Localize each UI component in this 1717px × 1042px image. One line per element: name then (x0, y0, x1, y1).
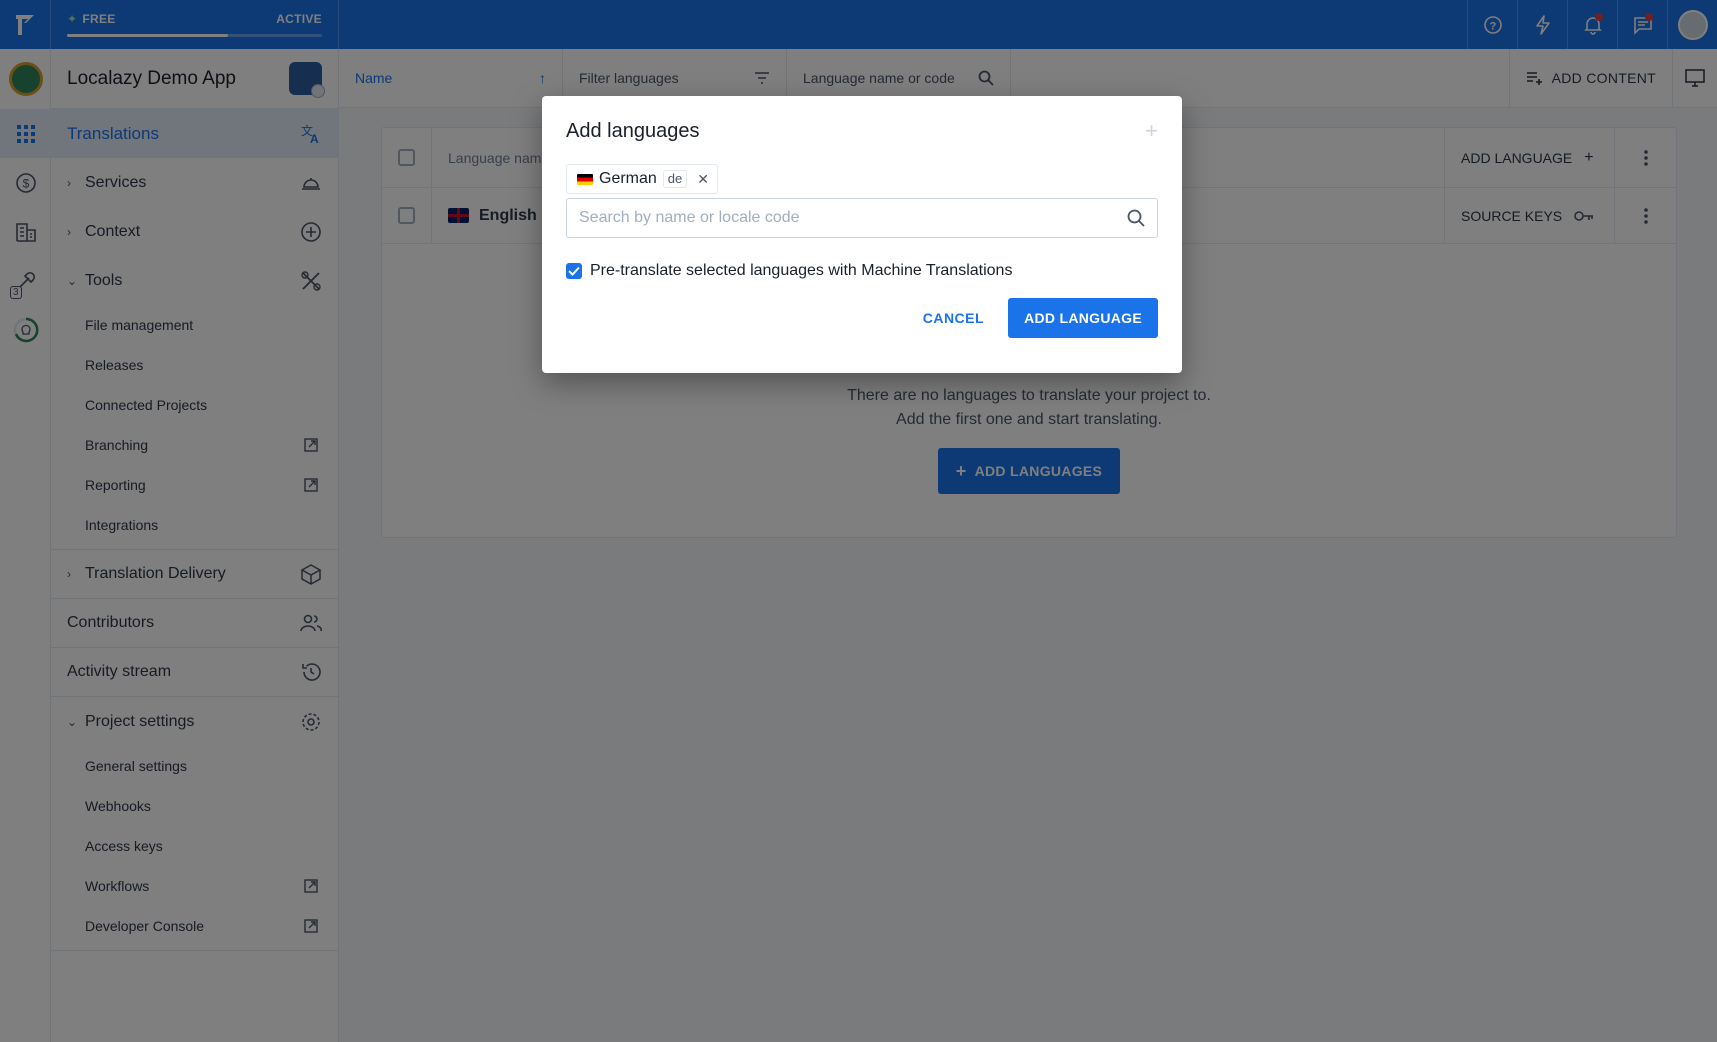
check-icon (568, 266, 580, 276)
german-flag-icon (577, 173, 593, 185)
language-search-input[interactable] (579, 209, 1127, 227)
pretranslate-checkbox[interactable] (566, 263, 582, 279)
search-icon (1127, 209, 1145, 227)
language-chip[interactable]: German de ✕ (566, 164, 718, 194)
language-search-box (566, 198, 1158, 238)
dialog-title: Add languages (566, 119, 700, 142)
add-languages-dialog: Add languages + German de ✕ Pre-translat… (542, 96, 1182, 373)
add-language-button[interactable]: ADD LANGUAGE (1008, 298, 1158, 338)
close-icon[interactable]: ✕ (697, 171, 709, 188)
pretranslate-label[interactable]: Pre-translate selected languages with Ma… (590, 262, 1012, 280)
chip-locale-code: de (662, 170, 688, 188)
selected-languages: German de ✕ (566, 164, 1158, 194)
plus-icon[interactable]: + (1145, 118, 1158, 144)
cancel-button[interactable]: CANCEL (923, 300, 984, 336)
chip-language-name: German (599, 170, 657, 187)
